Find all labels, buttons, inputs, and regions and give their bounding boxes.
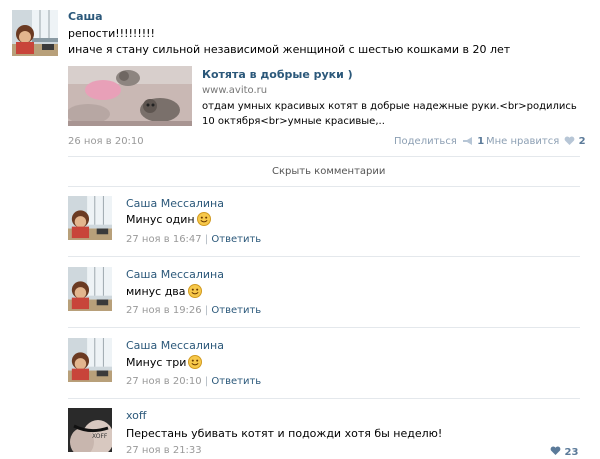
comment-text-content: Минус один	[126, 213, 195, 226]
avatar-image: XOFF	[68, 408, 112, 452]
smiley-icon	[188, 355, 203, 372]
comments-top-divider	[68, 186, 580, 187]
svg-text:XOFF: XOFF	[92, 433, 108, 440]
comment-date[interactable]: 27 ноя в 21:33	[126, 445, 202, 456]
like-count: 2	[578, 136, 586, 147]
post-date[interactable]: 26 ноя в 20:10	[68, 136, 144, 147]
comment-avatar[interactable]: XOFF	[68, 408, 112, 452]
comment-author[interactable]: Саша Мессалина	[126, 197, 224, 210]
comment-avatar[interactable]	[68, 196, 112, 240]
comment-date[interactable]: 27 ноя в 16:47	[126, 234, 202, 245]
post-author-name[interactable]: Саша	[68, 10, 103, 23]
avatar-image	[68, 338, 112, 382]
heart-icon	[564, 136, 575, 149]
share-button[interactable]: Поделиться 1	[394, 136, 484, 149]
comment-meta: 27 ноя в 20:10 | Ответить	[126, 376, 261, 387]
meta-separator: |	[204, 234, 209, 245]
comment-author[interactable]: xoff	[126, 409, 146, 422]
link-description: отдам умных красивых котят в добрые наде…	[202, 101, 577, 127]
avatar-image	[12, 10, 58, 56]
comment-divider	[68, 327, 580, 328]
link-domain[interactable]: www.avito.ru	[202, 85, 267, 96]
comment-date[interactable]: 27 ноя в 19:26	[126, 305, 202, 316]
post-text-line1: репости!!!!!!!!!	[68, 27, 155, 40]
meta-separator: |	[204, 376, 209, 387]
comment-like-count: 23	[564, 447, 579, 458]
post-avatar[interactable]	[12, 10, 58, 56]
meta-separator: |	[204, 305, 209, 316]
reply-link[interactable]: Ответить	[211, 376, 261, 387]
comment-text: Перестань убивать котят и подожди хотя б…	[126, 427, 442, 440]
comment-text-content: минус два	[126, 285, 186, 298]
comment-text: Минус один	[126, 212, 211, 229]
like-label: Мне нравится	[486, 136, 560, 147]
reply-link[interactable]: Ответить	[211, 234, 261, 245]
smiley-icon	[187, 284, 202, 301]
comment-author[interactable]: Саша Мессалина	[126, 339, 224, 352]
megaphone-icon	[462, 136, 474, 149]
avatar-image	[68, 196, 112, 240]
comment-date[interactable]: 27 ноя в 20:10	[126, 376, 202, 387]
link-thumbnail[interactable]	[68, 66, 192, 126]
comment-text-content: Минус три	[126, 356, 187, 369]
post-text-line2: иначе я стану сильной независимой женщин…	[68, 43, 511, 56]
comment-avatar[interactable]	[68, 338, 112, 382]
avatar-image	[68, 267, 112, 311]
share-count: 1	[477, 136, 485, 147]
smiley-icon	[196, 212, 211, 229]
comment-divider	[68, 256, 580, 257]
comment-meta: 27 ноя в 19:26 | Ответить	[126, 305, 261, 316]
comment-divider	[68, 398, 580, 399]
link-title[interactable]: Котята в добрые руки )	[202, 68, 353, 81]
post-divider	[68, 156, 580, 157]
like-button[interactable]: Мне нравится 2	[486, 136, 586, 149]
heart-icon	[550, 446, 561, 459]
comment-author[interactable]: Саша Мессалина	[126, 268, 224, 281]
comment-meta: 27 ноя в 16:47 | Ответить	[126, 234, 261, 245]
comment-text: Минус три	[126, 355, 203, 372]
comment-text-content: Перестань убивать котят и подожди хотя б…	[126, 427, 443, 440]
share-label: Поделиться	[394, 136, 457, 147]
hide-comments-link[interactable]: Скрыть комментарии	[272, 166, 385, 177]
comment-avatar[interactable]	[68, 267, 112, 311]
comment-text: минус два	[126, 284, 202, 301]
reply-link[interactable]: Ответить	[211, 305, 261, 316]
kittens-image	[68, 66, 192, 126]
comment-meta: 27 ноя в 21:33	[126, 445, 202, 456]
